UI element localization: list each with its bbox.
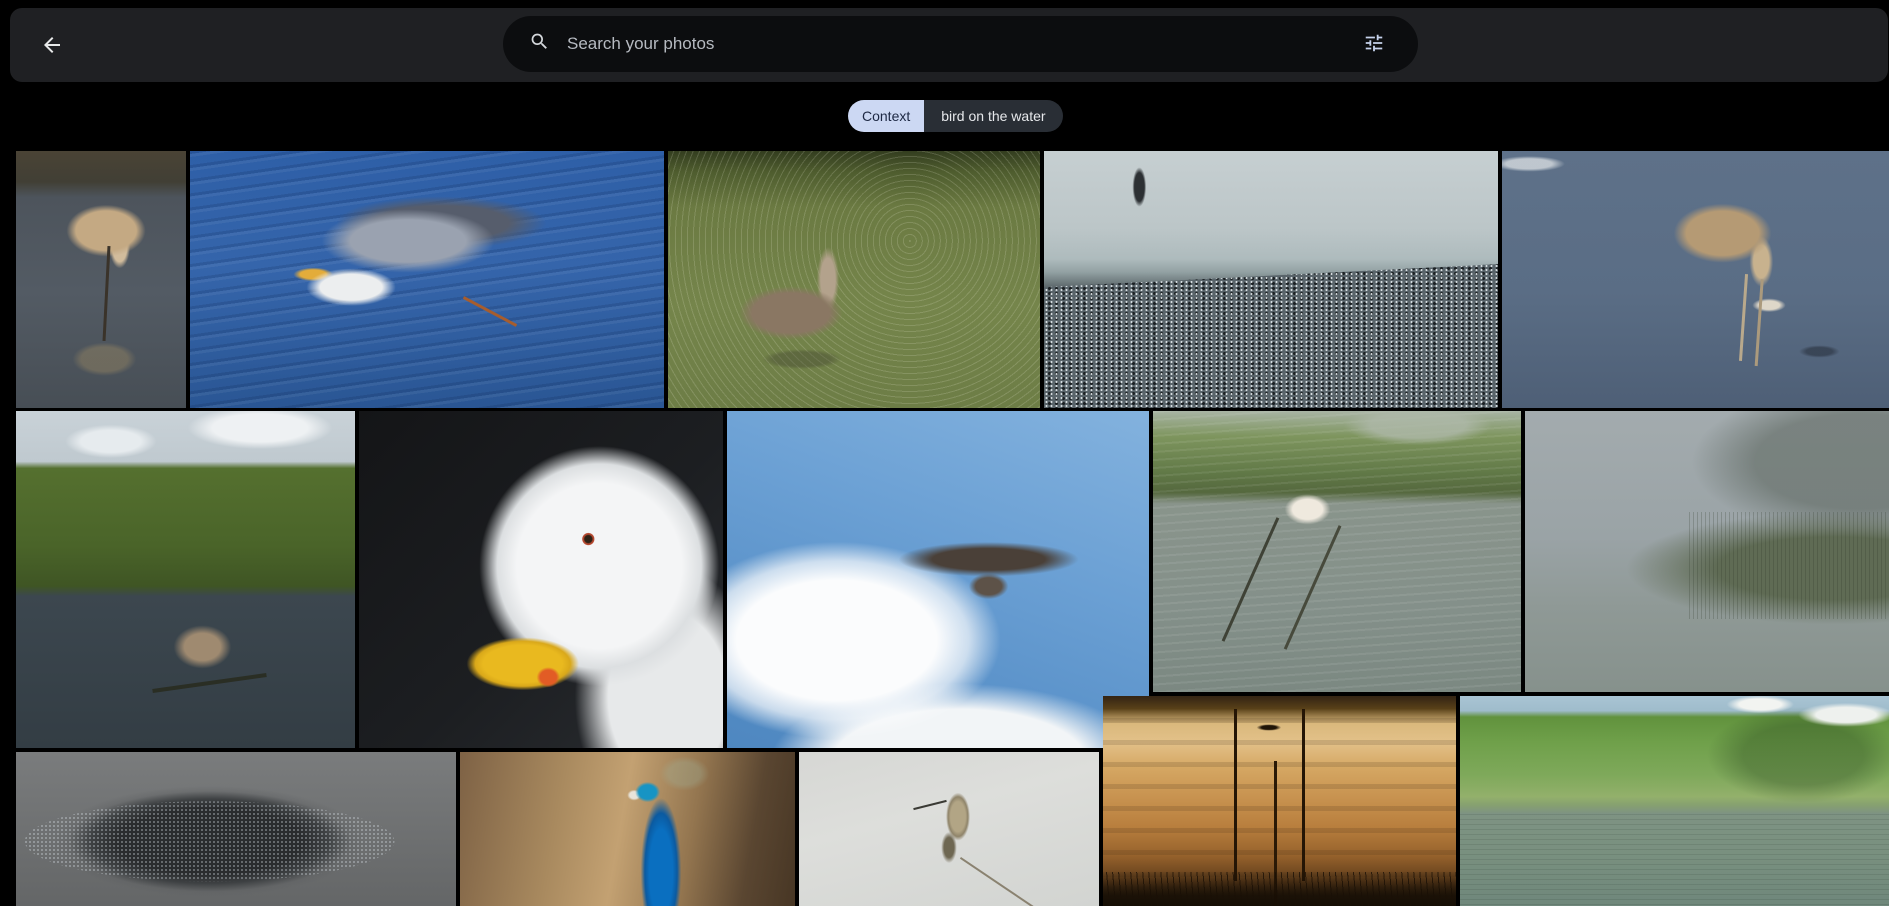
photo-seagull-closeup[interactable] <box>359 411 723 748</box>
photo-flamingo-feeding[interactable] <box>1502 151 1889 408</box>
photo-pelican-soaring[interactable] <box>727 411 1149 748</box>
photo-gravel-mound[interactable] <box>16 752 456 906</box>
photo-heron-flying[interactable] <box>190 151 664 408</box>
photo-misty-reeds[interactable] <box>1525 411 1889 692</box>
photo-green-lake-willows[interactable] <box>1460 696 1889 906</box>
photo-sunset-dead-trees[interactable] <box>1103 696 1456 906</box>
photo-shorebird-flock[interactable] <box>1044 151 1498 408</box>
photo-flamingo-standing[interactable] <box>16 151 186 408</box>
photo-pelican-on-log[interactable] <box>1153 411 1521 692</box>
photo-peacock-head[interactable] <box>460 752 795 906</box>
photo-pelican-swimming[interactable] <box>668 151 1040 408</box>
photo-pelican-perched[interactable] <box>16 411 355 748</box>
photo-grid <box>0 0 1889 906</box>
photo-hummingbird-twig[interactable] <box>799 752 1099 906</box>
